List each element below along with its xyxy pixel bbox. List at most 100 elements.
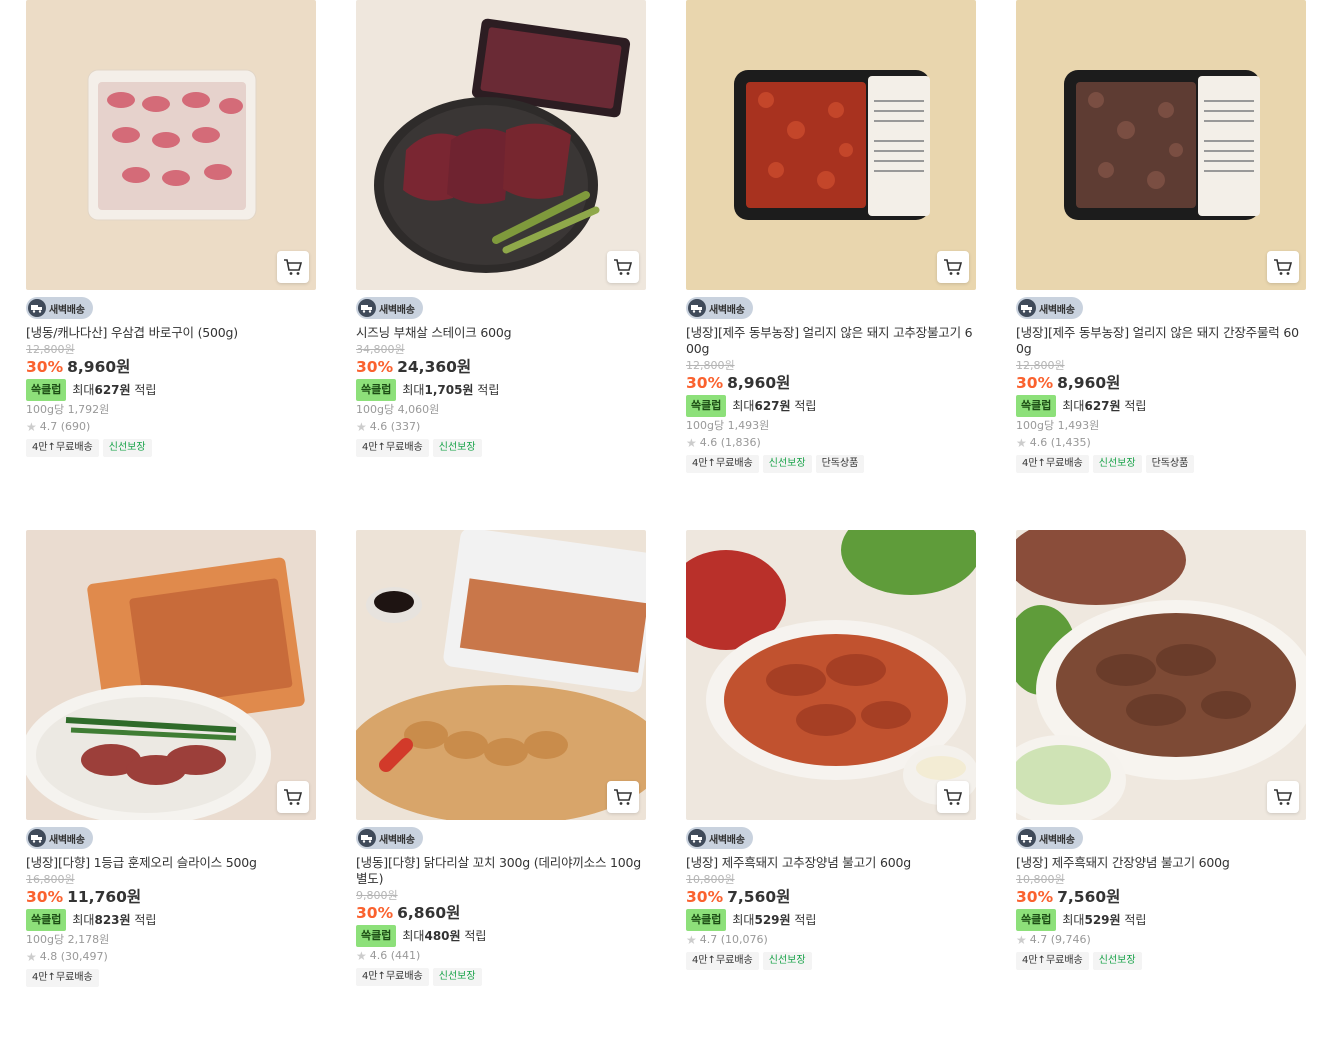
discount-rate: 30% <box>686 888 724 906</box>
dawn-delivery-badge: 새벽배송 <box>356 297 423 319</box>
add-to-cart-button[interactable] <box>607 781 639 813</box>
rating: ★ 4.7 (9,746) <box>1016 931 1306 949</box>
unit-price: 100g당 1,792원 <box>26 403 110 416</box>
product-card[interactable]: 새벽배송 [냉장][다향] 1등급 훈제오리 슬라이스 500g 16,800원… <box>26 530 316 1060</box>
star-icon: ★ <box>1016 436 1027 450</box>
product-name[interactable]: [냉장][다향] 1등급 훈제오리 슬라이스 500g <box>26 855 316 871</box>
point-prefix: 최대 <box>402 383 425 397</box>
product-card[interactable]: 새벽배송 시즈닝 부채살 스테이크 600g 34,800원 30% 24,360… <box>356 0 646 530</box>
sale-price: 8,960원 <box>67 358 131 376</box>
badge-label: 새벽배송 <box>709 834 745 846</box>
rating: ★ 4.6 (337) <box>356 418 646 436</box>
product-card[interactable]: 새벽배송 [냉장] 제주흑돼지 고추장양념 불고기 600g 10,800원 3… <box>686 530 976 1060</box>
original-price: 12,800원 <box>1016 359 1065 372</box>
product-name[interactable]: 시즈닝 부채살 스테이크 600g <box>356 325 646 341</box>
tag: 4만↑무료배송 <box>356 968 429 986</box>
truck-icon <box>28 299 46 317</box>
rating-value: 4.6 (1,836) <box>699 436 761 449</box>
product-card[interactable]: 새벽배송 [냉장] 제주흑돼지 간장양념 불고기 600g 10,800원 30… <box>1016 530 1306 1060</box>
star-icon: ★ <box>356 420 367 434</box>
tag-list: 4만↑무료배송 신선보장 <box>26 439 316 457</box>
point-tag: 쓱클럽 <box>1016 909 1057 931</box>
product-name[interactable]: [냉장][제주 동부농장] 얼리지 않은 돼지 고추장불고기 600g <box>686 325 976 357</box>
product-image[interactable] <box>356 0 646 290</box>
product-image[interactable] <box>686 530 976 820</box>
rating: ★ 4.6 (441) <box>356 947 646 965</box>
star-icon: ★ <box>686 933 697 947</box>
tag: 4만↑무료배송 <box>26 439 99 457</box>
star-icon: ★ <box>26 950 37 964</box>
tag: 신선보장 <box>1092 952 1142 970</box>
sale-price: 7,560원 <box>727 888 791 906</box>
badge-label: 새벽배송 <box>49 834 85 846</box>
product-grid: 새벽배송 [냉동/캐나다산] 우삼겹 바로구이 (500g) 12,800원 3… <box>26 0 1306 1060</box>
point-suffix: 적립 <box>134 383 157 397</box>
product-name[interactable]: [냉동][다향] 닭다리살 꼬치 300g (데리야끼소스 100g 별도) <box>356 855 646 887</box>
discount-rate: 30% <box>1016 888 1054 906</box>
cart-icon <box>1274 789 1293 805</box>
add-to-cart-button[interactable] <box>1267 781 1299 813</box>
point-row: 쓱클럽 최대 627원 적립 <box>26 379 316 401</box>
rating-value: 4.6 (337) <box>369 420 421 433</box>
point-row: 쓱클럽 최대 823원 적립 <box>26 909 316 931</box>
point-amount: 529원 <box>1084 913 1121 927</box>
rating-value: 4.6 (1,435) <box>1029 436 1091 449</box>
rating-value: 4.8 (30,497) <box>39 950 108 963</box>
original-price: 34,800원 <box>356 343 405 356</box>
product-name[interactable]: [냉장] 제주흑돼지 고추장양념 불고기 600g <box>686 855 976 871</box>
product-card[interactable]: 새벽배송 [냉동][다향] 닭다리살 꼬치 300g (데리야끼소스 100g … <box>356 530 646 1060</box>
truck-icon <box>358 299 376 317</box>
product-name[interactable]: [냉장][제주 동부농장] 얼리지 않은 돼지 간장주물럭 600g <box>1016 325 1306 357</box>
original-price: 16,800원 <box>26 873 75 886</box>
add-to-cart-button[interactable] <box>277 781 309 813</box>
point-suffix: 적립 <box>464 929 487 943</box>
point-suffix: 적립 <box>1124 913 1147 927</box>
product-name[interactable]: [냉장] 제주흑돼지 간장양념 불고기 600g <box>1016 855 1306 871</box>
point-amount: 1,705원 <box>424 383 474 397</box>
discount-rate: 30% <box>356 904 394 922</box>
sale-price: 24,360원 <box>397 358 472 376</box>
tag: 신선보장 <box>102 439 152 457</box>
point-suffix: 적립 <box>134 913 157 927</box>
product-image[interactable] <box>26 0 316 290</box>
product-image[interactable] <box>26 530 316 820</box>
dawn-delivery-badge: 새벽배송 <box>686 297 753 319</box>
price-row: 30% 11,760원 <box>26 887 316 907</box>
add-to-cart-button[interactable] <box>607 251 639 283</box>
price-row: 30% 8,960원 <box>26 357 316 377</box>
point-suffix: 적립 <box>477 383 500 397</box>
truck-icon <box>688 299 706 317</box>
add-to-cart-button[interactable] <box>937 781 969 813</box>
point-tag: 쓱클럽 <box>686 909 727 931</box>
sale-price: 8,960원 <box>727 374 791 392</box>
product-name[interactable]: [냉동/캐나다산] 우삼겹 바로구이 (500g) <box>26 325 316 341</box>
discount-rate: 30% <box>356 358 394 376</box>
product-card[interactable]: 새벽배송 [냉장][제주 동부농장] 얼리지 않은 돼지 간장주물럭 600g … <box>1016 0 1306 530</box>
product-image[interactable] <box>1016 530 1306 820</box>
tag: 4만↑무료배송 <box>1016 455 1089 473</box>
point-amount: 823원 <box>94 913 131 927</box>
tag-list: 4만↑무료배송 신선보장 <box>356 968 646 986</box>
original-price: 9,800원 <box>356 889 398 902</box>
original-price: 12,800원 <box>686 359 735 372</box>
point-tag: 쓱클럽 <box>26 909 67 931</box>
rating: ★ 4.7 (10,076) <box>686 931 976 949</box>
add-to-cart-button[interactable] <box>937 251 969 283</box>
tag: 신선보장 <box>1092 455 1142 473</box>
product-image[interactable] <box>686 0 976 290</box>
add-to-cart-button[interactable] <box>1267 251 1299 283</box>
original-price: 12,800원 <box>26 343 75 356</box>
dawn-delivery-badge: 새벽배송 <box>686 827 753 849</box>
star-icon: ★ <box>1016 933 1027 947</box>
product-card[interactable]: 새벽배송 [냉동/캐나다산] 우삼겹 바로구이 (500g) 12,800원 3… <box>26 0 316 530</box>
point-amount: 480원 <box>424 929 461 943</box>
product-image[interactable] <box>1016 0 1306 290</box>
badge-label: 새벽배송 <box>379 304 415 316</box>
dawn-delivery-badge: 새벽배송 <box>356 827 423 849</box>
price-row: 30% 8,960원 <box>686 373 976 393</box>
unit-price: 100g당 1,493원 <box>686 419 770 432</box>
cart-icon <box>944 259 963 275</box>
product-card[interactable]: 새벽배송 [냉장][제주 동부농장] 얼리지 않은 돼지 고추장불고기 600g… <box>686 0 976 530</box>
add-to-cart-button[interactable] <box>277 251 309 283</box>
product-image[interactable] <box>356 530 646 820</box>
